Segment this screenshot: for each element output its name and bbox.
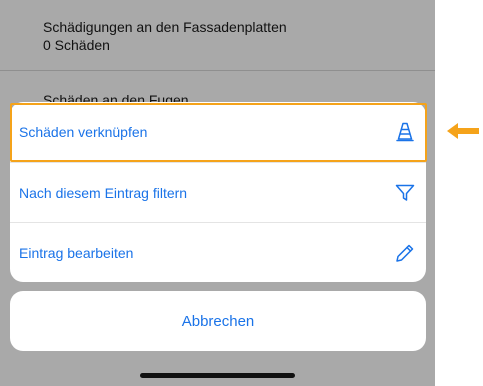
- list-item-subtitle: 0 Schäden: [43, 37, 110, 53]
- home-indicator[interactable]: [140, 373, 295, 378]
- filter-entry-label: Nach diesem Eintrag filtern: [19, 185, 188, 201]
- filter-icon: [394, 182, 416, 204]
- traffic-cone-icon: [394, 121, 416, 143]
- list-item-title: Schädigungen an den Fassadenplatten: [43, 19, 287, 35]
- edit-entry-label: Eintrag bearbeiten: [19, 245, 134, 261]
- cancel-button[interactable]: Abbrechen: [10, 291, 426, 351]
- action-sheet: Schäden verknüpfen Nach diesem Eintrag f…: [10, 102, 426, 282]
- list-item: Schädigungen an den Fassadenplatten 0 Sc…: [0, 0, 435, 70]
- screen: Schädigungen an den Fassadenplatten 0 Sc…: [0, 0, 435, 386]
- link-damages-label: Schäden verknüpfen: [19, 124, 148, 140]
- link-damages-button[interactable]: Schäden verknüpfen: [10, 102, 426, 162]
- edit-entry-button[interactable]: Eintrag bearbeiten: [10, 223, 426, 282]
- cancel-label: Abbrechen: [181, 312, 255, 330]
- filter-entry-button[interactable]: Nach diesem Eintrag filtern: [10, 163, 426, 223]
- pencil-icon: [394, 242, 416, 264]
- arrow-left-icon: [447, 123, 479, 139]
